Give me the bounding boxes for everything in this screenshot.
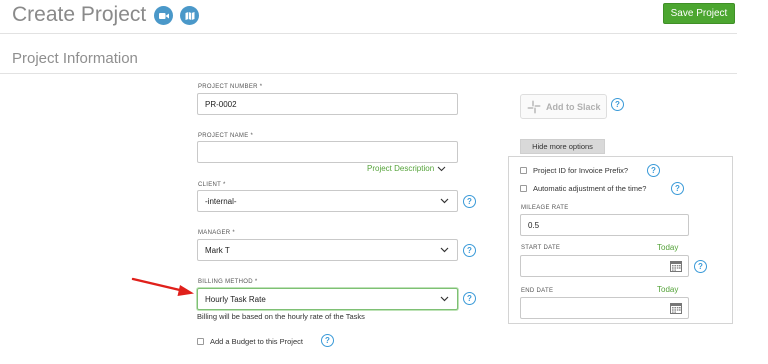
add-to-slack-label: Add to Slack [546, 101, 601, 112]
start-date-input[interactable] [520, 255, 689, 277]
billing-method-label: BILLING METHOD * [198, 279, 258, 285]
project-description-toggle[interactable]: Project Description [367, 164, 446, 173]
billing-method-hint: Billing will be based on the hourly rate… [197, 312, 365, 321]
start-date-help-icon[interactable]: ? [694, 260, 707, 273]
project-name-input[interactable] [197, 141, 458, 163]
billing-method-help-icon[interactable]: ? [463, 292, 476, 305]
end-date-label: END DATE [521, 288, 554, 294]
budget-checkbox-label: Add a Budget to this Project [210, 337, 303, 346]
invoice-prefix-checkbox[interactable] [520, 167, 527, 174]
page-title: Create Project [12, 3, 147, 26]
auto-adjust-row[interactable]: Automatic adjustment of the time? [520, 184, 646, 193]
video-tutorial-button[interactable] [154, 6, 173, 25]
manager-select[interactable]: Mark T [197, 239, 458, 261]
annotation-arrow-icon [131, 277, 194, 296]
billing-method-value: Hourly Task Rate [205, 294, 266, 304]
project-name-label: PROJECT NAME * [198, 133, 254, 139]
header-divider [0, 33, 737, 34]
start-date-today-link[interactable]: Today [657, 243, 678, 252]
client-label: CLIENT * [198, 182, 226, 188]
end-date-today-link[interactable]: Today [657, 285, 678, 294]
budget-checkbox[interactable] [197, 338, 204, 345]
save-project-button[interactable]: Save Project [663, 3, 735, 24]
section-title: Project Information [12, 50, 138, 67]
calendar-icon[interactable] [670, 260, 682, 272]
invoice-prefix-label: Project ID for Invoice Prefix? [533, 166, 629, 175]
invoice-prefix-help-icon[interactable]: ? [647, 164, 660, 177]
section-divider [0, 73, 737, 74]
project-number-value: PR-0002 [205, 99, 237, 109]
invoice-prefix-row[interactable]: Project ID for Invoice Prefix? [520, 166, 628, 175]
add-to-slack-button[interactable]: Add to Slack [520, 94, 607, 119]
mileage-rate-label: MILEAGE RATE [521, 205, 569, 211]
budget-help-icon[interactable]: ? [321, 334, 334, 347]
chevron-down-icon [440, 198, 449, 204]
client-value: -internal- [205, 196, 237, 206]
calendar-icon[interactable] [670, 302, 682, 314]
start-date-label: START DATE [521, 245, 561, 251]
project-number-input[interactable]: PR-0002 [197, 93, 458, 115]
manager-help-icon[interactable]: ? [463, 244, 476, 257]
hide-more-options-button[interactable]: Hide more options [520, 139, 605, 154]
video-camera-icon [158, 12, 169, 19]
budget-checkbox-row[interactable]: Add a Budget to this Project [197, 337, 303, 346]
client-help-icon[interactable]: ? [463, 195, 476, 208]
project-description-link: Project Description [367, 164, 435, 173]
chevron-down-icon [437, 166, 446, 171]
tour-map-button[interactable] [180, 6, 199, 25]
manager-value: Mark T [205, 245, 230, 255]
slack-icon [527, 100, 541, 113]
end-date-input[interactable] [520, 297, 689, 319]
map-icon [185, 11, 194, 20]
manager-label: MANAGER * [198, 230, 236, 236]
auto-adjust-help-icon[interactable]: ? [671, 182, 684, 195]
mileage-rate-value: 0.5 [528, 220, 540, 230]
client-select[interactable]: -internal- [197, 190, 458, 212]
chevron-down-icon [440, 296, 449, 302]
mileage-rate-input[interactable]: 0.5 [520, 214, 689, 236]
billing-method-select[interactable]: Hourly Task Rate [197, 288, 458, 310]
auto-adjust-checkbox[interactable] [520, 185, 527, 192]
slack-help-icon[interactable]: ? [611, 98, 624, 111]
project-number-label: PROJECT NUMBER * [198, 84, 263, 90]
chevron-down-icon [440, 247, 449, 253]
auto-adjust-label: Automatic adjustment of the time? [533, 184, 647, 193]
